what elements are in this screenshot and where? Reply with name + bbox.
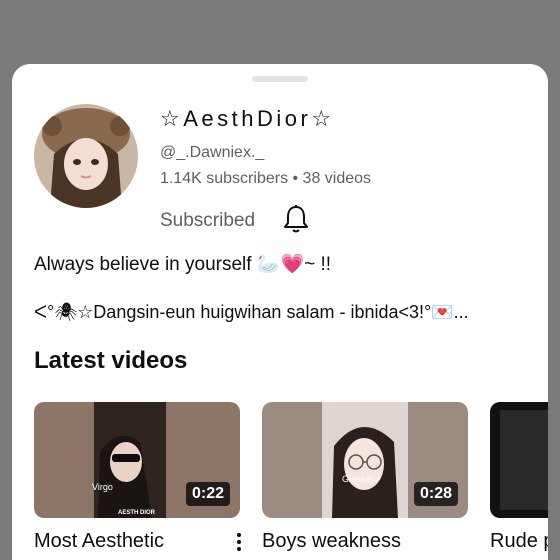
channel-description-line-2[interactable]: ᐸ°🕷☆Dangsin-eun huigwihan salam - ibnida… (34, 302, 469, 323)
latest-videos-heading: Latest videos (34, 347, 188, 374)
video-title-2[interactable]: Boys weakness (262, 530, 452, 553)
channel-name: ☆AesthDior☆ (160, 106, 335, 131)
video-title-3[interactable]: Rude p (490, 530, 548, 553)
channel-stats: 1.14K subscribers • 38 videos (160, 170, 372, 187)
video-thumbnail-1[interactable]: Virgo AESTH DIOR 0:22 (34, 402, 240, 518)
subscribed-button[interactable]: Subscribed (160, 210, 255, 232)
channel-bottom-sheet: ☆AesthDior☆ @_.Dawniex._ 1.14K subscribe… (12, 64, 548, 560)
video-duration-1: 0:22 (185, 482, 230, 506)
video-thumbnail-2[interactable]: Glasses> 0:28 (262, 402, 468, 518)
video-duration-2: 0:28 (413, 482, 458, 506)
more-vert-icon[interactable] (233, 530, 245, 556)
channel-description-line-1: Always believe in yourself 🦢💗~ !! (34, 254, 332, 275)
video-title-1[interactable]: Most Aesthetic (34, 530, 224, 553)
channel-avatar[interactable] (34, 104, 138, 208)
video-thumbnail-3[interactable] (490, 402, 548, 518)
video-1-watermark: AESTH DIOR (118, 510, 156, 516)
video-2-overlay-label: Glasses> (342, 474, 380, 484)
notification-bell-icon[interactable] (282, 204, 310, 234)
channel-handle: @_.Dawniex._ (160, 144, 265, 161)
drag-handle[interactable] (252, 76, 308, 82)
video-1-overlay-label: Virgo (92, 482, 113, 492)
